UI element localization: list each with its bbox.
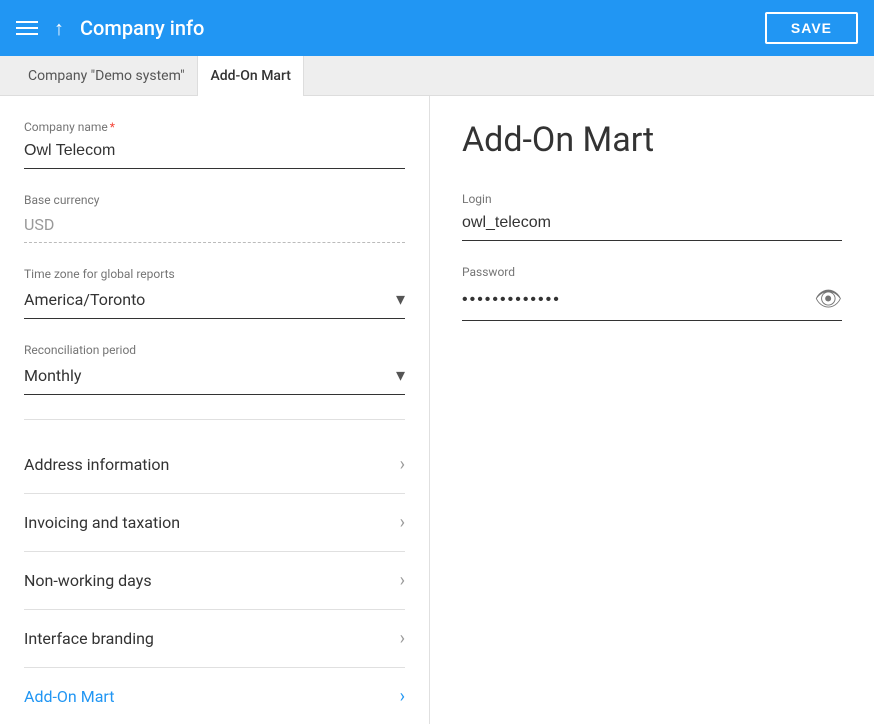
nav-item[interactable]: Interface branding› (24, 610, 405, 668)
nav-item-label: Interface branding (24, 629, 400, 648)
base-currency-label: Base currency (24, 193, 405, 207)
nav-item-label: Address information (24, 455, 400, 474)
timezone-field: Time zone for global reports America/Tor… (24, 267, 405, 319)
back-icon[interactable]: ↑ (54, 16, 64, 41)
timezone-value: America/Toronto (24, 290, 396, 309)
company-name-field: Company name* (24, 120, 405, 169)
separator (24, 419, 405, 420)
timezone-dropdown[interactable]: America/Toronto ▾ (24, 285, 405, 319)
reconciliation-dropdown-icon: ▾ (396, 365, 405, 386)
login-input[interactable] (462, 210, 842, 241)
reconciliation-dropdown[interactable]: Monthly ▾ (24, 361, 405, 395)
nav-item-chevron-icon: › (400, 628, 405, 649)
nav-item-label: Add-On Mart (24, 687, 400, 706)
reconciliation-value: Monthly (24, 366, 396, 385)
reconciliation-label: Reconciliation period (24, 343, 405, 357)
eye-icon[interactable]: 👁 (814, 287, 842, 312)
base-currency-field: Base currency USD (24, 193, 405, 243)
breadcrumb: Company "Demo system" › Add-On Mart (0, 56, 874, 96)
password-input[interactable] (462, 291, 814, 309)
nav-item-label: Non-working days (24, 571, 400, 590)
page-title: Company info (80, 16, 749, 40)
timezone-label: Time zone for global reports (24, 267, 405, 281)
company-name-label: Company name* (24, 120, 405, 134)
login-field: Login (462, 192, 842, 241)
password-wrapper: 👁 (462, 283, 842, 321)
login-label: Login (462, 192, 842, 206)
nav-item[interactable]: Non-working days› (24, 552, 405, 610)
nav-item-chevron-icon: › (400, 454, 405, 475)
left-panel: Company name* Base currency USD Time zon… (0, 96, 430, 724)
company-name-input[interactable] (24, 138, 405, 169)
nav-item[interactable]: Address information› (24, 436, 405, 494)
password-label: Password (462, 265, 842, 279)
header: ↑ Company info SAVE (0, 0, 874, 56)
breadcrumb-parent[interactable]: Company "Demo system" (16, 56, 197, 96)
timezone-dropdown-icon: ▾ (396, 289, 405, 310)
menu-icon[interactable] (16, 21, 38, 35)
base-currency-value: USD (24, 211, 405, 243)
reconciliation-field: Reconciliation period Monthly ▾ (24, 343, 405, 395)
addon-title: Add-On Mart (462, 120, 842, 160)
nav-list: Address information›Invoicing and taxati… (24, 436, 405, 724)
right-panel: Add-On Mart Login Password 👁 (430, 96, 874, 724)
nav-item[interactable]: Add-On Mart› (24, 668, 405, 724)
main-content: Company name* Base currency USD Time zon… (0, 96, 874, 724)
nav-item-label: Invoicing and taxation (24, 513, 400, 532)
nav-item-chevron-icon: › (400, 570, 405, 591)
save-button[interactable]: SAVE (765, 12, 858, 44)
nav-item-chevron-icon: › (400, 686, 405, 707)
breadcrumb-current[interactable]: Add-On Mart (197, 56, 303, 96)
password-field: Password 👁 (462, 265, 842, 321)
nav-item[interactable]: Invoicing and taxation› (24, 494, 405, 552)
nav-item-chevron-icon: › (400, 512, 405, 533)
